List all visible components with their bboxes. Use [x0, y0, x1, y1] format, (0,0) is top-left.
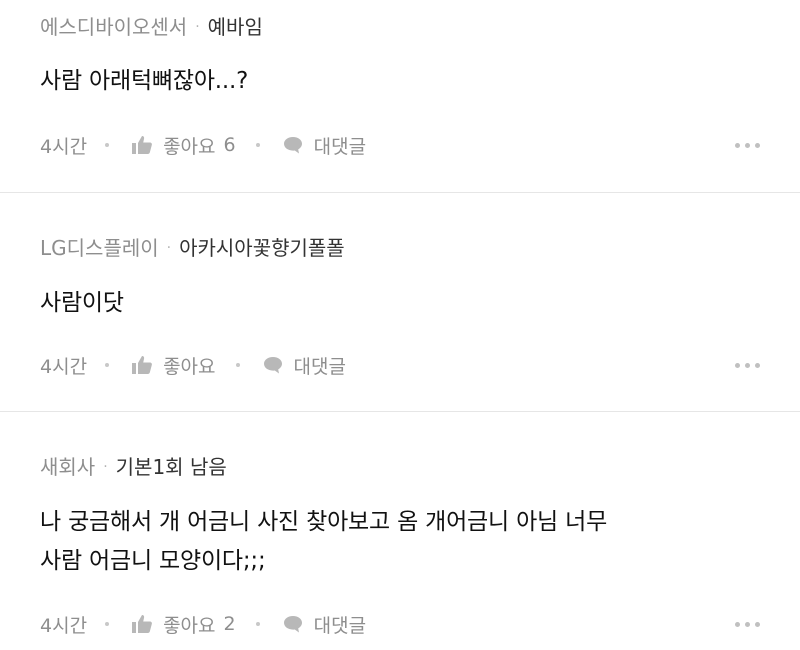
more-horizontal-icon-dot: [735, 621, 740, 627]
like-button[interactable]: 좋아요: [131, 352, 216, 379]
thumbs-up-icon: [132, 136, 152, 154]
comment-text: 나 궁금해서 개 어금니 사진 찾아보고 옴 개어금니 아님 너무 사람 어금니…: [40, 503, 770, 581]
comment-item: 에스디바이오센서 · 예바임 사람 아래턱뼈잖아...? 4시간 좋아요 6 대…: [0, 0, 800, 192]
company-name: LG디스플레이: [40, 236, 159, 260]
comment-text-line: 나 궁금해서 개 어금니 사진 찾아보고 옴 개어금니 아님 너무: [40, 509, 608, 535]
comment-time: 4시간: [40, 355, 88, 378]
comment-author: 새회사 · 기본1회 남음: [40, 455, 227, 479]
more-horizontal-icon-dot: [745, 142, 750, 148]
action-separator: [105, 363, 110, 367]
more-options-button[interactable]: [735, 351, 760, 379]
like-label: 좋아요: [163, 355, 216, 378]
speech-bubble-icon: [263, 357, 282, 374]
more-horizontal-icon-dot: [755, 362, 760, 368]
comment-time: 4시간: [40, 135, 88, 158]
action-separator: [235, 363, 240, 367]
like-label: 좋아요: [163, 135, 216, 158]
reply-button[interactable]: 대댓글: [262, 352, 346, 379]
comment-actions: 4시간 좋아요 6 대댓글: [40, 131, 760, 159]
author-nickname[interactable]: 예바임: [208, 15, 263, 39]
more-horizontal-icon-dot: [755, 621, 760, 627]
comment-text: 사람 아래턱뼈잖아...?: [40, 68, 249, 94]
action-separator: [105, 143, 110, 147]
comment-author: 에스디바이오센서 · 예바임: [40, 15, 263, 39]
thumbs-up-icon: [132, 615, 152, 633]
like-button[interactable]: 좋아요 6: [131, 132, 236, 159]
comment-item: 새회사 · 기본1회 남음 나 궁금해서 개 어금니 사진 찾아보고 옴 개어금…: [0, 411, 800, 650]
more-horizontal-icon-dot: [735, 362, 740, 368]
action-separator: [105, 622, 110, 626]
author-nickname[interactable]: 아카시아꽃향기폴폴: [179, 236, 345, 260]
company-name: 새회사: [40, 455, 96, 479]
comment-time: 4시간: [40, 614, 88, 637]
comment-author: LG디스플레이 · 아카시아꽃향기폴폴: [40, 236, 345, 260]
speech-bubble-icon: [283, 616, 302, 633]
reply-label: 대댓글: [313, 614, 367, 637]
like-label: 좋아요: [163, 614, 216, 637]
author-separator: ·: [103, 459, 108, 475]
reply-button[interactable]: 대댓글: [282, 132, 366, 159]
thumbs-up-icon: [132, 356, 152, 374]
comment-text-line: 사람 어금니 모양이다;;;: [40, 548, 266, 574]
more-horizontal-icon-dot: [745, 362, 750, 368]
author-separator: ·: [195, 19, 200, 35]
author-separator: ·: [166, 240, 172, 256]
more-horizontal-icon-dot: [735, 142, 740, 148]
action-separator: [255, 622, 260, 626]
reply-label: 대댓글: [293, 355, 346, 378]
like-count: 6: [223, 134, 236, 156]
comment-item: LG디스플레이 · 아카시아꽃향기폴폴 사람이닷 4시간 좋아요 대댓글: [0, 192, 800, 411]
more-horizontal-icon-dot: [745, 621, 750, 627]
like-count: 2: [223, 613, 236, 635]
action-separator: [255, 143, 260, 147]
reply-button[interactable]: 대댓글: [282, 611, 366, 638]
more-options-button[interactable]: [735, 610, 760, 638]
more-options-button[interactable]: [735, 131, 760, 159]
comment-actions: 4시간 좋아요 대댓글: [40, 351, 760, 379]
author-nickname[interactable]: 기본1회 남음: [116, 455, 227, 479]
comment-actions: 4시간 좋아요 2 대댓글: [40, 610, 760, 638]
comment-text: 사람이닷: [40, 290, 124, 316]
reply-label: 대댓글: [313, 135, 367, 158]
company-name: 에스디바이오센서: [40, 15, 188, 39]
more-horizontal-icon-dot: [755, 142, 760, 148]
like-button[interactable]: 좋아요 2: [131, 611, 236, 638]
speech-bubble-icon: [283, 137, 302, 154]
